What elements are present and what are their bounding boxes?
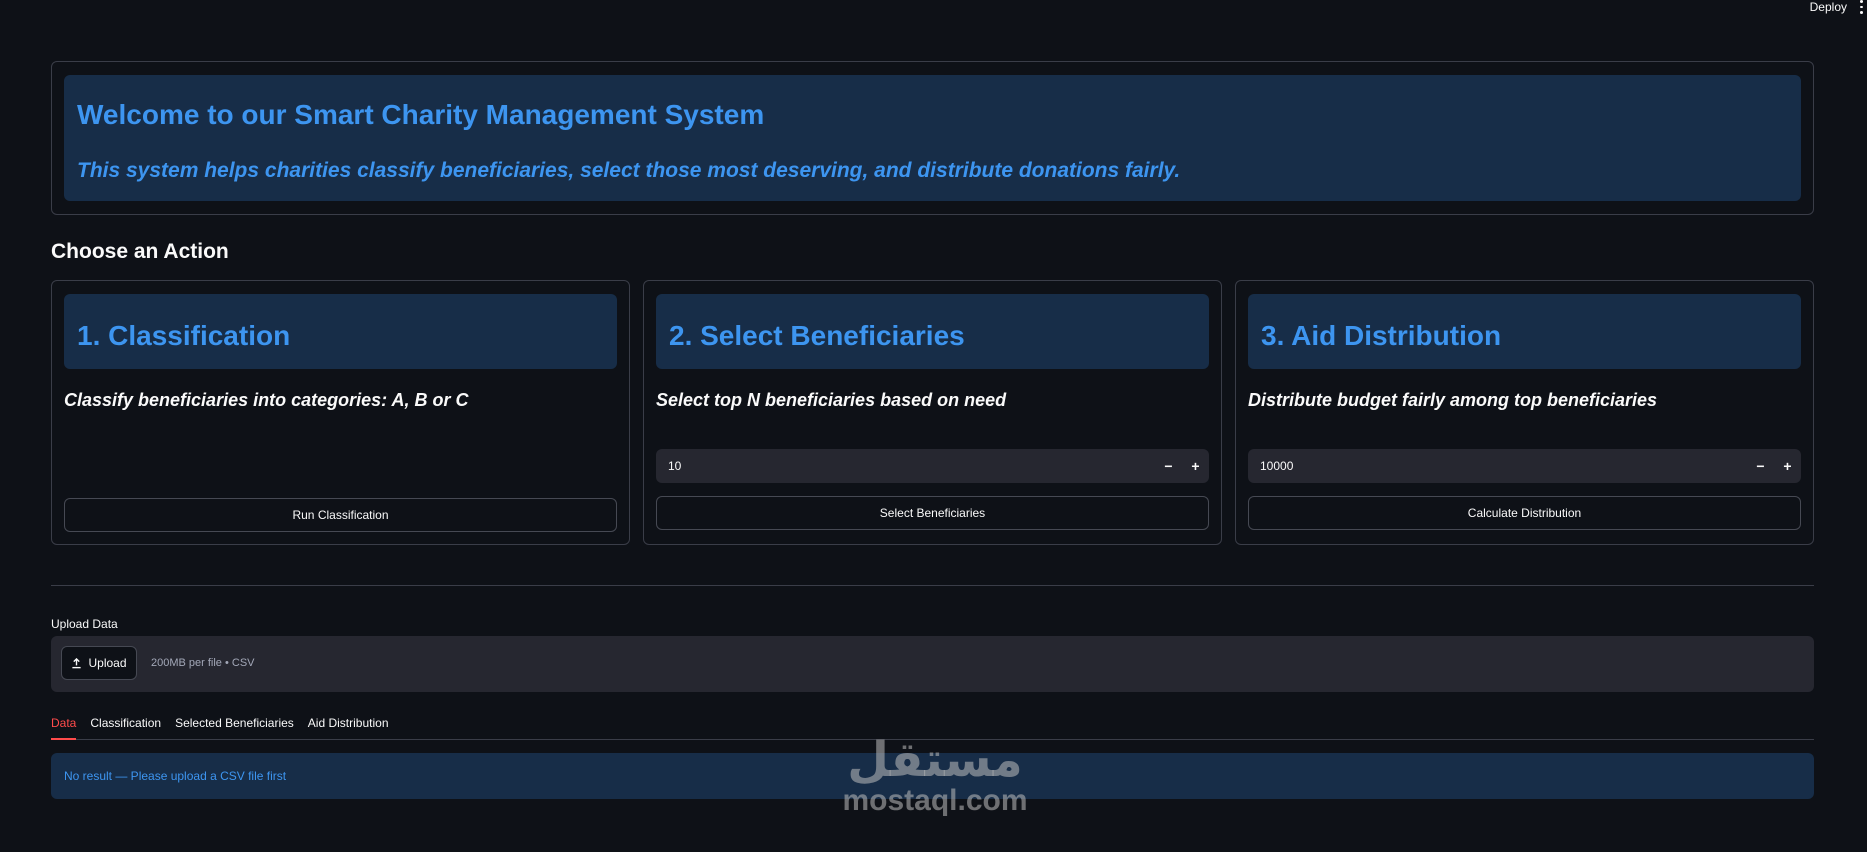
section-title: Choose an Action (51, 240, 229, 263)
tab-aid-distribution[interactable]: Aid Distribution (308, 716, 389, 740)
card-title: 3. Aid Distribution (1261, 320, 1502, 351)
card-header: 2. Select Beneficiaries (656, 294, 1209, 369)
upload-hint: 200MB per file • CSV (151, 657, 255, 669)
top-n-number-input: − + (656, 449, 1209, 483)
card-description: Classify beneficiaries into categories: … (64, 390, 469, 410)
top-bar: Deploy (0, 0, 1867, 15)
result-tabs: Data Classification Selected Beneficiari… (51, 716, 1814, 740)
select-beneficiaries-card: 2. Select Beneficiaries Select top N ben… (643, 280, 1222, 545)
upload-label: Upload Data (51, 617, 118, 631)
upload-button[interactable]: Upload (61, 646, 137, 680)
tab-data[interactable]: Data (51, 716, 77, 740)
file-dropzone[interactable]: Upload 200MB per file • CSV (51, 636, 1814, 692)
welcome-title: Welcome to our Smart Charity Management … (77, 99, 765, 130)
welcome-banner: Welcome to our Smart Charity Management … (64, 75, 1801, 201)
card-header: 1. Classification (64, 294, 617, 369)
welcome-container: Welcome to our Smart Charity Management … (51, 61, 1814, 215)
tab-selected-beneficiaries[interactable]: Selected Beneficiaries (175, 716, 294, 740)
info-message: No result — Please upload a CSV file fir… (64, 769, 287, 783)
card-title: 2. Select Beneficiaries (669, 320, 965, 351)
aid-distribution-card: 3. Aid Distribution Distribute budget fa… (1235, 280, 1814, 545)
divider (51, 585, 1814, 586)
run-classification-button[interactable]: Run Classification (64, 498, 617, 532)
deploy-button[interactable]: Deploy (1810, 0, 1847, 14)
budget-input[interactable] (1248, 449, 1747, 483)
classification-card: 1. Classification Classify beneficiaries… (51, 280, 630, 545)
calculate-distribution-button[interactable]: Calculate Distribution (1248, 496, 1801, 530)
card-description: Select top N beneficiaries based on need (656, 390, 1007, 410)
card-description: Distribute budget fairly among top benef… (1248, 390, 1658, 410)
select-beneficiaries-button[interactable]: Select Beneficiaries (656, 496, 1209, 530)
upload-icon (72, 657, 82, 668)
budget-number-input: − + (1248, 449, 1801, 483)
card-title: 1. Classification (77, 320, 291, 351)
increment-button[interactable]: + (1774, 449, 1801, 483)
main-menu-icon[interactable] (1857, 0, 1865, 15)
upload-button-label: Upload (88, 656, 127, 670)
card-header: 3. Aid Distribution (1248, 294, 1801, 369)
welcome-subtitle: This system helps charities classify ben… (77, 159, 1181, 182)
decrement-button[interactable]: − (1155, 449, 1182, 483)
info-message-box: No result — Please upload a CSV file fir… (51, 753, 1814, 799)
tab-classification[interactable]: Classification (90, 716, 161, 740)
increment-button[interactable]: + (1182, 449, 1209, 483)
decrement-button[interactable]: − (1747, 449, 1774, 483)
top-n-input[interactable] (656, 449, 1155, 483)
